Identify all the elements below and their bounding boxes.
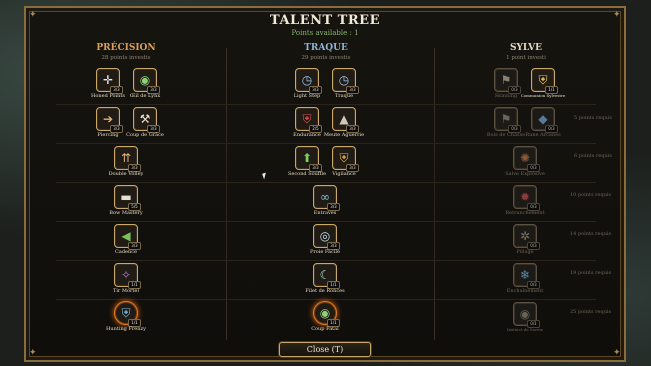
talent-enchainement[interactable]: ❄ 0/3 Enchaînement <box>507 263 543 294</box>
tier-divider <box>56 299 596 300</box>
talent-instinct-de-survie[interactable]: ◉ 0/1 Instinct de Survie <box>507 302 543 332</box>
tier-divider <box>56 182 596 183</box>
talent-light-step[interactable]: ◷ 3/3 Light Step <box>294 68 322 99</box>
talent-label: Pillage <box>516 249 534 255</box>
talent-label: Vigilance <box>332 171 356 177</box>
talent-label: Coup Fatal <box>311 326 339 332</box>
talent-meute-aguerrie[interactable]: ▲ 3/3 Meute Aguerrie <box>324 107 364 138</box>
talent-second-souffle[interactable]: ⬆ 3/3 Second Souffle <box>288 146 326 177</box>
talent-bois-de-chasse[interactable]: ⚑ 0/3 Bois de Chasse <box>487 107 525 138</box>
talent-double-volley[interactable]: ⇈ 3/3 Double Volley <box>109 146 143 177</box>
talent-coup-de-grace[interactable]: ⚒ 3/3 Coup de Grâce <box>126 107 164 138</box>
talent-label: Coup de Grâce <box>126 132 164 138</box>
talent-label: Bow Mastery <box>109 210 143 216</box>
tier-divider <box>56 104 596 105</box>
panel-title: TALENT TREE <box>270 13 380 28</box>
talent-proie-facile[interactable]: ◎ 3/3 Proie Facile <box>310 224 340 255</box>
column-divider <box>226 48 227 340</box>
column-title-traque: TRAQUE <box>304 43 348 53</box>
talent-label: Traque <box>334 93 354 99</box>
corner-ornament-icon: ✦ <box>29 348 37 358</box>
talent-label: Cadence <box>115 249 137 255</box>
talent-label: Communion Sylvestre <box>520 93 566 98</box>
talent-coup-fatal[interactable]: ◉ 1/1 Coup Fatal <box>311 301 340 332</box>
talent-label: Rune Arcanes <box>525 132 561 138</box>
tier-requirement: 14 points requis <box>570 231 612 237</box>
tier-divider <box>56 260 596 261</box>
talent-traque[interactable]: ◷ 3/3 Traque <box>332 68 359 99</box>
talent-oeil-de-lynx[interactable]: ◉ 3/3 Œil de Lynx <box>130 68 160 99</box>
tier-divider <box>56 221 596 222</box>
talent-communion-sylvestre[interactable]: ⛨ 1/1 Communion Sylvestre <box>521 68 565 98</box>
tier-requirement: 5 points requis <box>574 115 612 121</box>
tier-requirement: 6 points requis <box>574 153 612 159</box>
talent-filet-de-ronces[interactable]: ☾ 1/1 Filet de Ronces <box>305 263 345 294</box>
column-divider <box>434 48 435 340</box>
talent-label: Tir Mortel <box>112 288 139 294</box>
talent-label: Enchaînement <box>506 288 544 294</box>
talent-entraves[interactable]: ∞ 3/3 Entraves <box>313 185 340 216</box>
talent-label: Retranchement <box>505 210 545 216</box>
column-invested-traque: 29 points investis <box>301 55 351 61</box>
talent-skinning[interactable]: ⚑ 0/3 Skinning <box>494 68 521 99</box>
talent-label: Œil de Lynx <box>129 93 161 99</box>
talent-rune-arcanes[interactable]: ◆ 0/3 Rune Arcanes <box>525 107 561 138</box>
talent-label: Filet de Ronces <box>305 288 345 294</box>
column-invested-precision: 28 points investis <box>101 55 151 61</box>
talent-tree-panel: ✦ ✦ ✦ ✦ TALENT TREE Points available : 1… <box>24 6 626 362</box>
talent-bow-mastery[interactable]: ▬ 5/5 Bow Mastery <box>109 185 143 216</box>
close-button[interactable]: Close (T) <box>279 342 371 357</box>
talent-label: Meute Aguerrie <box>323 132 365 138</box>
talent-tir-mortel[interactable]: ✧ 1/1 Tir Mortel <box>113 263 141 294</box>
points-available: Points available : 1 <box>291 29 359 37</box>
talent-cadence[interactable]: ◀ 3/3 Cadence <box>114 224 141 255</box>
talent-endurance[interactable]: ⛨ 2/5 Endurance <box>293 107 322 138</box>
talent-pillage[interactable]: ✲ 0/3 Pillage <box>513 224 540 255</box>
column-title-sylve: SYLVE <box>509 43 543 53</box>
tier-requirement: 25 points requis <box>570 309 612 315</box>
talent-honed-points[interactable]: ✛ 3/3 Honed Points <box>91 68 125 99</box>
talent-salve-explosive[interactable]: ✺ 0/3 Salve Explosive <box>505 146 545 177</box>
talent-label: Hunting Frenzy <box>106 326 146 332</box>
corner-ornament-icon: ✦ <box>613 348 621 358</box>
talent-hunting-frenzy[interactable]: ⛨ 1/1 Hunting Frenzy <box>106 301 146 332</box>
talent-retranchement[interactable]: ✹ 0/3 Retranchement <box>505 185 545 216</box>
column-invested-sylve: 1 point investi <box>506 55 546 61</box>
tier-requirement: 19 points requis <box>570 270 612 276</box>
talent-label: Salve Explosive <box>505 171 545 177</box>
talent-vigilance[interactable]: ⛨ 3/3 Vigilance <box>332 146 359 177</box>
column-title-precision: PRÉCISION <box>96 43 156 53</box>
talent-label: Entraves <box>313 210 337 216</box>
talent-label: Double Volley <box>108 171 144 177</box>
talent-label: Instinct de Survie <box>506 327 544 332</box>
talent-piercing[interactable]: ➔ 3/3 Piercing <box>96 107 123 138</box>
tier-divider <box>56 143 596 144</box>
tier-requirement: 10 points requis <box>570 192 612 198</box>
talent-label: Proie Facile <box>310 249 340 255</box>
